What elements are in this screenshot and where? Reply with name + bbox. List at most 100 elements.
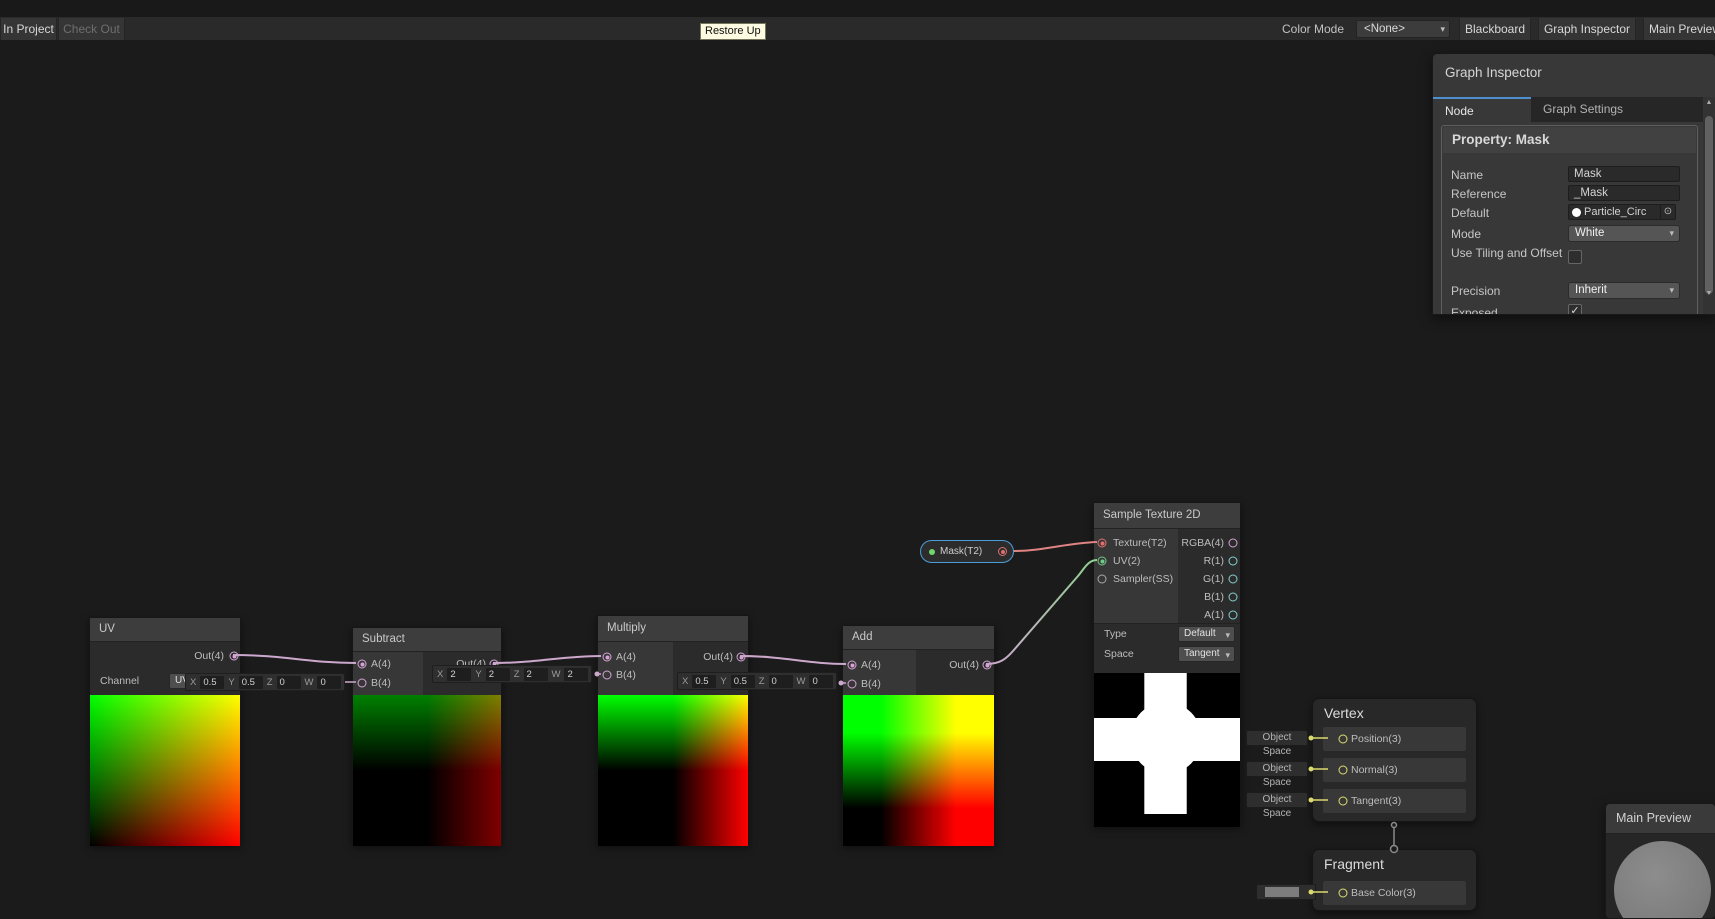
subtract-a-port[interactable] (357, 659, 367, 669)
scrollbar-thumb[interactable] (1705, 116, 1713, 294)
z-value-field[interactable]: 0 (276, 675, 301, 689)
multiply-node-preview (598, 695, 748, 846)
multiply-b-port[interactable] (602, 670, 612, 680)
node-multiply[interactable]: Multiply A(4) B(4) Out(4) (597, 615, 749, 846)
property-node-label: Mask(T2) (940, 546, 983, 557)
blackboard-toggle-button[interactable]: Blackboard (1459, 18, 1531, 40)
node-uv[interactable]: UV Out(4) Channel UV0 (89, 617, 241, 846)
normal-block-row[interactable]: Normal(3) (1323, 758, 1466, 782)
multiply-b-vector-fields[interactable]: X2 Y2 Z2 W2 (432, 665, 593, 683)
in-project-button[interactable]: In Project (0, 18, 57, 40)
port-label-uv: UV(2) (1113, 555, 1141, 567)
x-value-field[interactable]: 2 (447, 667, 472, 681)
precision-dropdown[interactable]: Inherit (1568, 282, 1680, 299)
z-value-field[interactable]: 0 (768, 674, 793, 688)
w-value-field[interactable]: 0 (317, 675, 342, 689)
y-value-field[interactable]: 2 (485, 667, 510, 681)
mask-out-port[interactable] (998, 547, 1007, 556)
multiply-out-port[interactable] (736, 652, 746, 662)
space-dropdown[interactable]: Tangent (1178, 646, 1235, 663)
vertex-block[interactable]: Vertex Position(3) Normal(3) Tangent(3) (1312, 698, 1477, 822)
tiling-offset-checkbox[interactable] (1568, 250, 1582, 264)
fragment-block[interactable]: Fragment Base Color(3) (1312, 849, 1477, 911)
rgba-out-port[interactable] (1228, 538, 1238, 548)
default-texture-field[interactable]: Particle_Circ ⊙ (1568, 204, 1676, 220)
port-label-b: B(4) (371, 677, 391, 689)
node-add[interactable]: Add A(4) B(4) Out(4) (842, 625, 995, 846)
add-a-port[interactable] (847, 660, 857, 670)
inspector-scrollbar[interactable]: ▲ ▼ (1703, 97, 1715, 314)
tangent-block-row[interactable]: Tangent(3) (1323, 789, 1466, 813)
port-label-a: A(4) (861, 659, 881, 671)
mode-dropdown[interactable]: White (1568, 225, 1680, 242)
object-picker-icon[interactable]: ⊙ (1660, 205, 1675, 219)
g-out-port[interactable] (1228, 574, 1238, 584)
mask-property-node[interactable]: Mask(T2) (920, 540, 1014, 563)
tab-graph-settings[interactable]: Graph Settings (1531, 97, 1635, 122)
x-label: X (437, 668, 444, 680)
port-label-rgba: RGBA(4) (1181, 537, 1224, 549)
uv-in-port[interactable] (1097, 556, 1107, 566)
node-title: Multiply (598, 616, 748, 642)
x-value-field[interactable]: 0.5 (200, 675, 225, 689)
scroll-down-icon[interactable]: ▼ (1703, 288, 1715, 300)
mode-label: Mode (1451, 227, 1482, 241)
w-value-field[interactable]: 2 (564, 667, 589, 681)
scroll-up-icon[interactable]: ▲ (1703, 97, 1715, 109)
type-dropdown[interactable]: Default (1178, 626, 1235, 643)
exposed-checkbox[interactable]: ✓ (1568, 304, 1582, 314)
reference-label: Reference (1451, 187, 1507, 201)
graph-inspector-panel[interactable]: Graph Inspector Node Settings Graph Sett… (1432, 53, 1715, 315)
subtract-node-preview (353, 695, 501, 846)
add-b-vector-fields[interactable]: X 0.5 Y 0.5 Z0 W0 (677, 672, 838, 690)
subtract-b-port[interactable] (357, 678, 367, 688)
x-value-field[interactable]: 0.5 (692, 674, 717, 688)
w-label: W (796, 675, 806, 687)
add-out-port[interactable] (982, 660, 992, 670)
name-input[interactable]: Mask (1568, 166, 1680, 182)
r-out-port[interactable] (1228, 556, 1238, 566)
position-port[interactable] (1338, 734, 1348, 744)
base-color-block-row[interactable]: Base Color(3) (1323, 881, 1466, 905)
texture-in-port[interactable] (1097, 538, 1107, 548)
cross-mask-shape (1094, 673, 1240, 814)
subtract-b-vector-fields[interactable]: X 0.5 Y 0.5 Z0 W0 (185, 673, 346, 691)
texture-thumbnail-icon (1572, 207, 1581, 217)
add-b-port[interactable] (847, 679, 857, 689)
object-space-tag[interactable]: Object Space (1246, 730, 1308, 757)
node-title: Subtract (353, 628, 501, 652)
color-mode-label: Color Mode (1282, 22, 1345, 36)
x-label: X (190, 676, 197, 688)
b-out-port[interactable] (1228, 592, 1238, 602)
sampler-in-port[interactable] (1097, 574, 1107, 584)
node-subtract[interactable]: Subtract A(4) B(4) Out(4) (352, 627, 502, 846)
block-row-label: Normal(3) (1351, 764, 1398, 776)
w-label: W (551, 668, 561, 680)
port-label-sampler: Sampler(SS) (1113, 573, 1174, 585)
normal-port[interactable] (1338, 765, 1348, 775)
base-color-port[interactable] (1338, 888, 1348, 898)
main-preview-panel[interactable]: Main Preview (1605, 803, 1715, 919)
multiply-a-port[interactable] (602, 652, 612, 662)
uv-out-port[interactable] (229, 651, 239, 661)
y-value-field[interactable]: 0.5 (238, 675, 263, 689)
position-block-row[interactable]: Position(3) (1323, 727, 1466, 751)
y-value-field[interactable]: 0.5 (730, 674, 755, 688)
reference-input[interactable]: _Mask (1568, 185, 1680, 201)
mask-texture-preview (1094, 673, 1240, 827)
object-space-tag[interactable]: Object Space (1246, 761, 1308, 788)
z-value-field[interactable]: 2 (523, 667, 548, 681)
panel-title: Main Preview (1606, 804, 1715, 834)
tab-node-settings[interactable]: Node Settings (1433, 97, 1531, 142)
main-preview-toggle-button[interactable]: Main Preview (1643, 18, 1715, 40)
a-out-port[interactable] (1228, 610, 1238, 620)
inspector-tabbar: Node Settings Graph Settings (1433, 97, 1703, 142)
graph-inspector-toggle-button[interactable]: Graph Inspector (1538, 18, 1636, 40)
check-out-button[interactable]: Check Out (58, 18, 125, 40)
node-sample-texture-2d[interactable]: Sample Texture 2D Texture(T2) UV(2) Samp… (1093, 502, 1241, 827)
color-mode-dropdown[interactable]: <None> (1356, 20, 1450, 38)
object-space-tag[interactable]: Object Space (1246, 792, 1308, 819)
tangent-port[interactable] (1338, 796, 1348, 806)
base-color-swatch-tag[interactable] (1256, 884, 1316, 900)
w-value-field[interactable]: 0 (809, 674, 834, 688)
